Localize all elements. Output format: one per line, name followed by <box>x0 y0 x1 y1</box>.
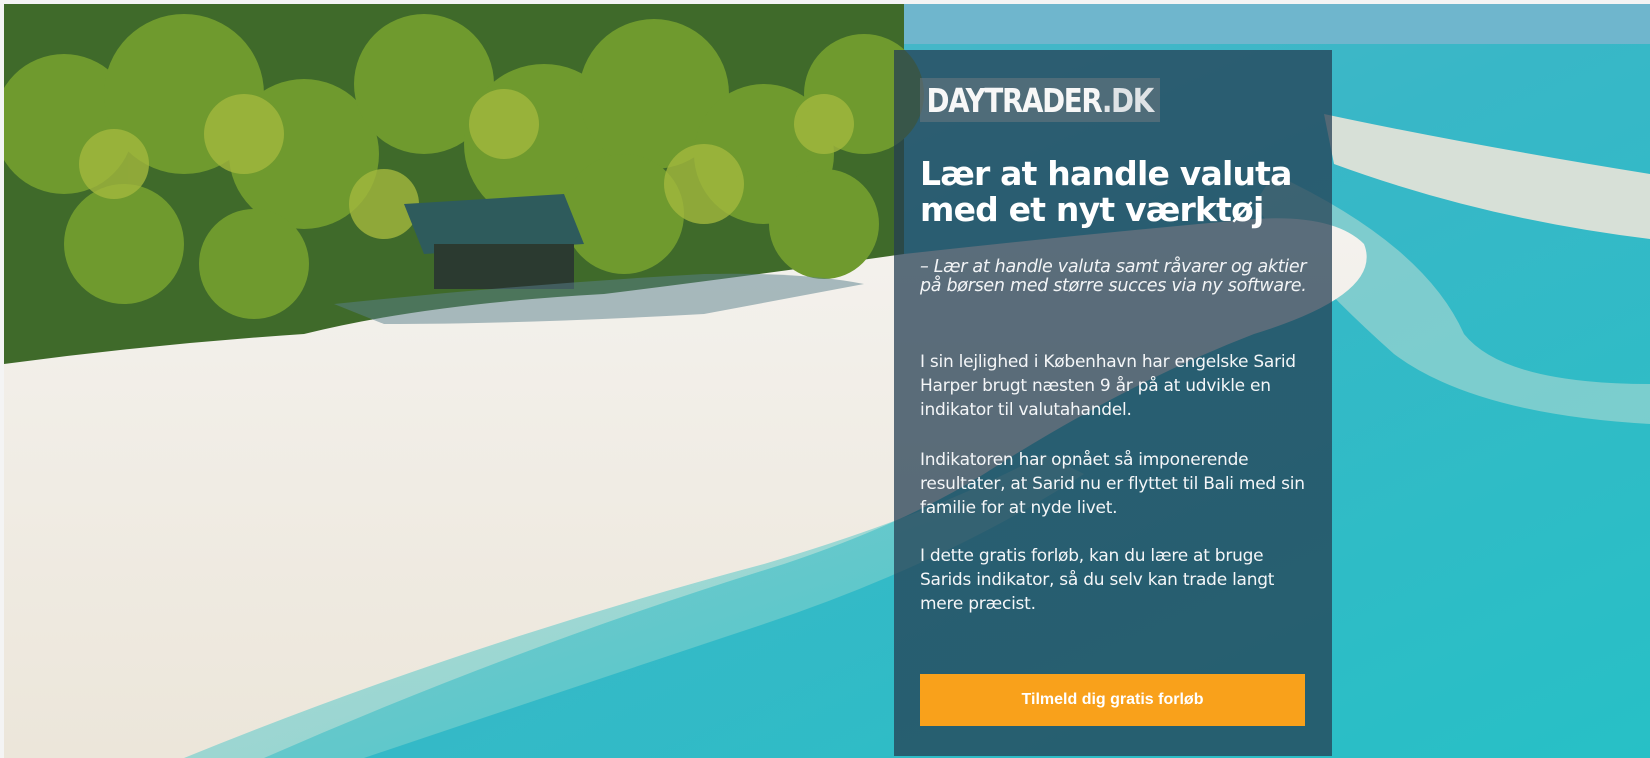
body-paragraph-3: I dette gratis forløb, kan du lære at br… <box>920 546 1275 614</box>
page-headline: Lær at handle valuta med et nyt værktøj <box>920 154 1292 229</box>
logo-tld: .DK <box>1102 80 1154 120</box>
body-paragraph-2: Indikatoren har opnået så imponerende re… <box>920 450 1305 518</box>
body-paragraph-1: I sin lejlighed i København har engelske… <box>920 352 1296 420</box>
signup-button[interactable]: Tilmeld dig gratis forløb <box>920 674 1305 726</box>
hero-section: DAYTRADER.DK Lær at handle valuta med et… <box>4 4 1650 758</box>
logo-text: DAYTRADER.DK <box>926 80 1155 120</box>
beach-background-image <box>4 4 1650 758</box>
signup-panel: DAYTRADER.DK Lær at handle valuta med et… <box>894 50 1332 756</box>
page-subheadline: – Lær at handle valuta samt råvarer og a… <box>920 257 1307 296</box>
logo-brand: DAYTRADER <box>926 80 1104 120</box>
page: DAYTRADER.DK Lær at handle valuta med et… <box>0 0 1650 758</box>
daytrader-logo[interactable]: DAYTRADER.DK <box>920 78 1160 122</box>
